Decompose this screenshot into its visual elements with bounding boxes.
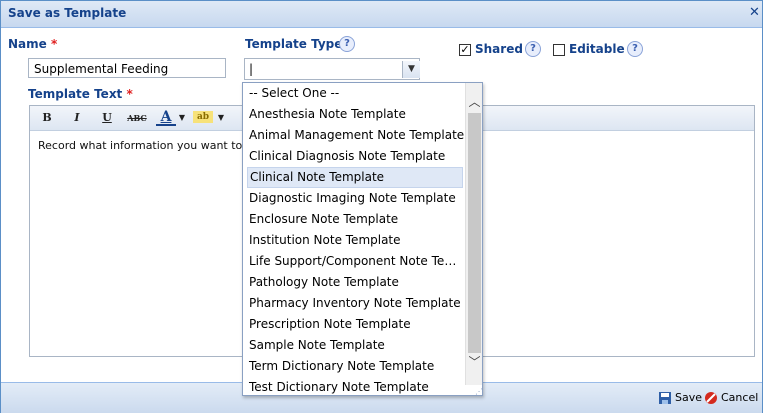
editable-checkbox[interactable] (553, 44, 565, 56)
shared-label: Shared (475, 42, 523, 56)
name-input-value: Supplemental Feeding (34, 62, 169, 76)
dropdown-option[interactable]: Test Dictionary Note Template (247, 377, 465, 395)
dropdown-option[interactable]: Prescription Note Template (247, 314, 465, 335)
dropdown-option[interactable]: Pharmacy Inventory Note Template (247, 293, 465, 314)
editable-label: Editable (569, 42, 625, 56)
name-label: Name * (8, 37, 57, 51)
floppy-disk-icon (659, 392, 671, 404)
template-text-label-text: Template Text (28, 87, 123, 101)
save-button[interactable]: Save (658, 391, 702, 405)
close-icon[interactable]: ✕ (749, 5, 763, 21)
cancel-button[interactable]: Cancel (704, 391, 758, 405)
question-help-icon[interactable]: ? (525, 41, 541, 57)
caret-down-icon[interactable]: ▼ (176, 110, 188, 126)
italic-button[interactable]: I (70, 110, 84, 126)
caret-down-icon[interactable]: ▼ (215, 110, 227, 126)
check-icon: ✓ (460, 43, 470, 56)
font-color-button[interactable]: A (156, 110, 176, 126)
template-type-dropdown: -- Select One -- Anesthesia Note Templat… (242, 82, 483, 396)
dropdown-option[interactable]: Clinical Diagnosis Note Template (247, 146, 465, 167)
scrollbar-thumb[interactable] (468, 113, 481, 353)
template-type-value: | (249, 62, 254, 76)
name-input[interactable]: Supplemental Feeding (28, 58, 226, 78)
dropdown-option[interactable]: Life Support/Component Note Templa... (247, 251, 465, 272)
dropdown-scrollbar[interactable]: ︿ ﹀ (465, 83, 482, 385)
dropdown-option[interactable]: Enclosure Note Template (247, 209, 465, 230)
required-mark: * (50, 37, 58, 51)
cancel-label: Cancel (721, 391, 759, 404)
dropdown-option[interactable]: Term Dictionary Note Template (247, 356, 465, 377)
resize-grip-icon[interactable]: ⋰ (475, 387, 482, 395)
chevron-up-icon[interactable]: ︿ (467, 95, 482, 109)
shared-checkbox[interactable]: ✓ (459, 44, 471, 56)
template-type-label: Template Type (245, 37, 343, 51)
dropdown-option-selected[interactable]: Clinical Note Template (247, 167, 463, 188)
question-help-icon[interactable]: ? (339, 36, 355, 52)
dropdown-option[interactable]: Animal Management Note Template (247, 125, 465, 146)
template-type-combobox[interactable]: | (244, 58, 420, 80)
save-label: Save (675, 391, 703, 404)
name-label-text: Name (8, 37, 47, 51)
dropdown-option[interactable]: Institution Note Template (247, 230, 465, 251)
dropdown-option[interactable]: Anesthesia Note Template (247, 104, 465, 125)
question-help-icon[interactable]: ? (627, 41, 643, 57)
dropdown-option[interactable]: Diagnostic Imaging Note Template (247, 188, 465, 209)
dropdown-option[interactable]: -- Select One -- (247, 83, 465, 104)
required-mark: * (126, 87, 133, 101)
dialog-titlebar: Save as Template ✕ (1, 1, 762, 28)
chevron-down-icon[interactable]: ﹀ (467, 355, 482, 369)
strikethrough-button[interactable]: ABC (126, 110, 148, 126)
template-text-label: Template Text * (28, 87, 133, 101)
editor-content[interactable]: Record what information you want to (38, 139, 242, 152)
highlight-button[interactable]: ab (193, 111, 213, 123)
cancel-circle-icon (705, 392, 717, 404)
dialog-title: Save as Template (8, 6, 127, 20)
dropdown-option[interactable]: Pathology Note Template (247, 272, 465, 293)
chevron-down-icon[interactable]: ▼ (402, 61, 420, 78)
bold-button[interactable]: B (40, 110, 54, 126)
underline-button[interactable]: U (100, 110, 114, 126)
dropdown-option[interactable]: Sample Note Template (247, 335, 465, 356)
